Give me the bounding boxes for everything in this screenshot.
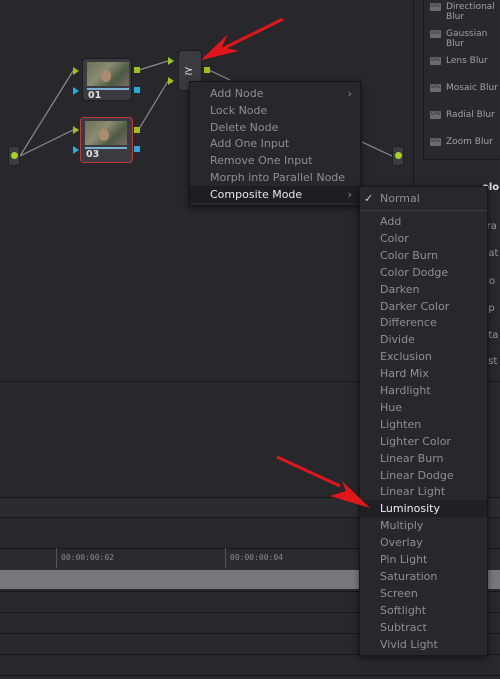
annotation-arrows (201, 17, 370, 508)
arrow-head (201, 34, 239, 60)
